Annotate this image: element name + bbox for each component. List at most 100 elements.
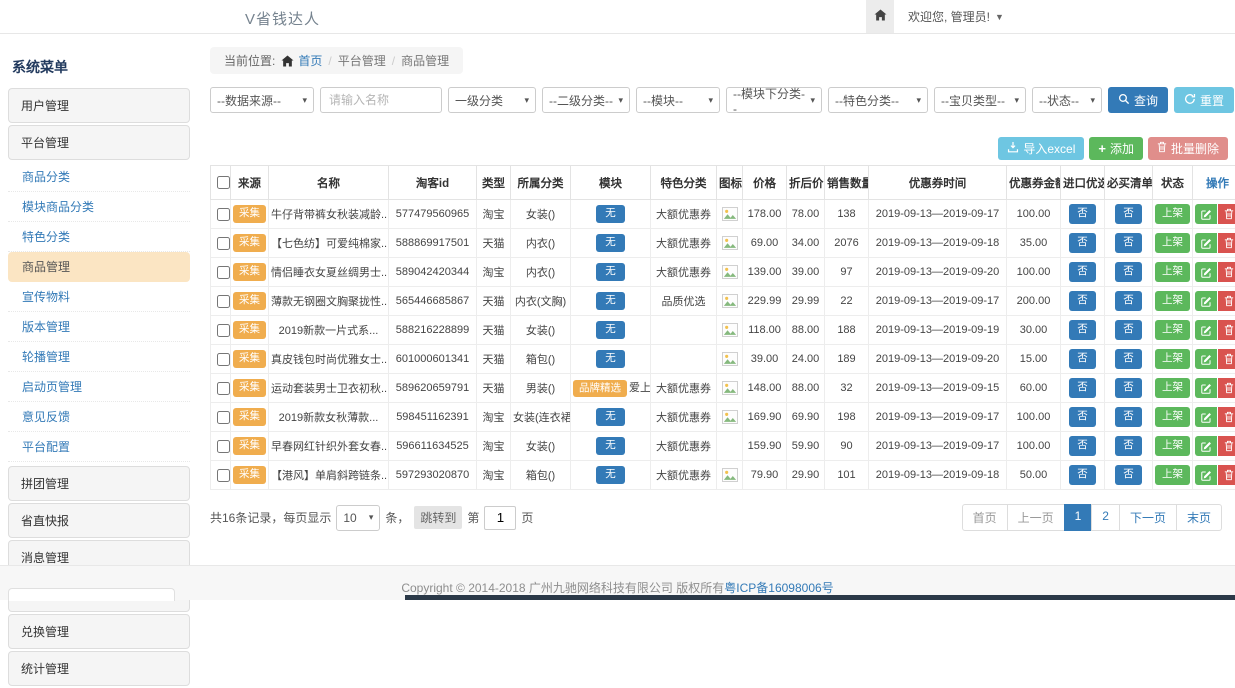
row-checkbox[interactable] <box>217 353 230 366</box>
page-size-select[interactable]: 10 ▾ <box>336 505 380 531</box>
import-select-toggle[interactable]: 否 <box>1069 349 1096 368</box>
import-select-toggle[interactable]: 否 <box>1069 465 1096 484</box>
status-button[interactable]: 上架 <box>1155 233 1190 252</box>
data-source-select[interactable]: --数据来源--▾ <box>210 87 314 113</box>
delete-button[interactable] <box>1218 320 1235 340</box>
import-select-toggle[interactable]: 否 <box>1069 262 1096 281</box>
module-subcategory-select[interactable]: --模块下分类--▾ <box>726 87 822 113</box>
item-type-select[interactable]: --宝贝类型--▾ <box>934 87 1026 113</box>
pagination-button-5[interactable]: 末页 <box>1176 504 1222 531</box>
must-buy-toggle[interactable]: 否 <box>1115 233 1142 252</box>
module-select[interactable]: --模块--▾ <box>636 87 720 113</box>
search-button[interactable]: 查询 <box>1108 87 1168 113</box>
row-checkbox[interactable] <box>217 411 230 424</box>
must-buy-toggle[interactable]: 否 <box>1115 349 1142 368</box>
category-level1-select[interactable]: 一级分类▾ <box>448 87 536 113</box>
sidebar-subitem-7[interactable]: 启动页管理 <box>8 372 190 402</box>
user-menu[interactable]: 欢迎您, 管理员! ▼ <box>908 8 1004 25</box>
icp-link[interactable]: 粤ICP备16098006号 <box>724 581 833 595</box>
sidebar-bottom-item-4[interactable]: 兑换管理 <box>8 614 190 649</box>
import-select-toggle[interactable]: 否 <box>1069 436 1096 455</box>
edit-button[interactable] <box>1195 262 1217 282</box>
row-checkbox[interactable] <box>217 324 230 337</box>
edit-button[interactable] <box>1195 436 1217 456</box>
sidebar-subitem-5[interactable]: 版本管理 <box>8 312 190 342</box>
delete-button[interactable] <box>1218 349 1235 369</box>
must-buy-toggle[interactable]: 否 <box>1115 378 1142 397</box>
must-buy-toggle[interactable]: 否 <box>1115 262 1142 281</box>
status-button[interactable]: 上架 <box>1155 378 1190 397</box>
edit-button[interactable] <box>1195 378 1217 398</box>
sidebar-subitem-3[interactable]: 商品管理 <box>8 252 190 282</box>
module-none-badge[interactable]: 无 <box>596 437 625 454</box>
pagination-button-3[interactable]: 2 <box>1091 504 1120 531</box>
import-select-toggle[interactable]: 否 <box>1069 378 1096 397</box>
status-button[interactable]: 上架 <box>1155 465 1190 484</box>
import-excel-button[interactable]: 导入excel <box>998 137 1084 160</box>
must-buy-toggle[interactable]: 否 <box>1115 320 1142 339</box>
module-none-badge[interactable]: 无 <box>596 292 625 309</box>
module-none-badge[interactable]: 无 <box>596 205 625 222</box>
row-checkbox[interactable] <box>217 295 230 308</box>
import-select-toggle[interactable]: 否 <box>1069 291 1096 310</box>
row-checkbox[interactable] <box>217 208 230 221</box>
delete-button[interactable] <box>1218 204 1235 224</box>
sidebar-subitem-4[interactable]: 宣传物料 <box>8 282 190 312</box>
sidebar-subitem-8[interactable]: 意见反馈 <box>8 402 190 432</box>
row-checkbox[interactable] <box>217 266 230 279</box>
jump-to-button[interactable]: 跳转到 <box>414 506 462 529</box>
row-checkbox[interactable] <box>217 237 230 250</box>
sidebar-bottom-item-0[interactable]: 拼团管理 <box>8 466 190 501</box>
delete-button[interactable] <box>1218 436 1235 456</box>
status-button[interactable]: 上架 <box>1155 204 1190 223</box>
import-select-toggle[interactable]: 否 <box>1069 320 1096 339</box>
module-none-badge[interactable]: 无 <box>596 234 625 251</box>
breadcrumb-home-link[interactable]: 首页 <box>281 52 322 69</box>
category-level2-select[interactable]: --二级分类--▾ <box>542 87 630 113</box>
status-button[interactable]: 上架 <box>1155 262 1190 281</box>
module-none-badge[interactable]: 无 <box>596 321 625 338</box>
row-checkbox[interactable] <box>217 469 230 482</box>
delete-button[interactable] <box>1218 407 1235 427</box>
add-button[interactable]: + 添加 <box>1089 137 1143 160</box>
status-button[interactable]: 上架 <box>1155 436 1190 455</box>
pagination-button-1[interactable]: 上一页 <box>1007 504 1065 531</box>
delete-button[interactable] <box>1218 465 1235 485</box>
status-button[interactable]: 上架 <box>1155 407 1190 426</box>
delete-button[interactable] <box>1218 378 1235 398</box>
status-button[interactable]: 上架 <box>1155 291 1190 310</box>
sidebar-subitem-0[interactable]: 商品分类 <box>8 162 190 192</box>
must-buy-toggle[interactable]: 否 <box>1115 465 1142 484</box>
jump-page-input[interactable] <box>484 506 516 530</box>
must-buy-toggle[interactable]: 否 <box>1115 407 1142 426</box>
delete-button[interactable] <box>1218 262 1235 282</box>
module-none-badge[interactable]: 无 <box>596 350 625 367</box>
sidebar-subitem-2[interactable]: 特色分类 <box>8 222 190 252</box>
module-none-badge[interactable]: 无 <box>596 408 625 425</box>
pagination-button-4[interactable]: 下一页 <box>1119 504 1177 531</box>
delete-button[interactable] <box>1218 291 1235 311</box>
select-all-checkbox[interactable] <box>217 176 230 189</box>
edit-button[interactable] <box>1195 204 1217 224</box>
edit-button[interactable] <box>1195 233 1217 253</box>
reset-button[interactable]: 重置 <box>1174 87 1234 113</box>
module-none-badge[interactable]: 无 <box>596 466 625 483</box>
status-button[interactable]: 上架 <box>1155 320 1190 339</box>
module-badge[interactable]: 品牌精选 <box>573 380 627 397</box>
must-buy-toggle[interactable]: 否 <box>1115 204 1142 223</box>
edit-button[interactable] <box>1195 291 1217 311</box>
sidebar-bottom-item-1[interactable]: 省直快报 <box>8 503 190 538</box>
module-none-badge[interactable]: 无 <box>596 263 625 280</box>
sidebar-subitem-6[interactable]: 轮播管理 <box>8 342 190 372</box>
edit-button[interactable] <box>1195 320 1217 340</box>
sidebar-subitem-1[interactable]: 模块商品分类 <box>8 192 190 222</box>
edit-button[interactable] <box>1195 407 1217 427</box>
row-checkbox[interactable] <box>217 382 230 395</box>
feature-category-select[interactable]: --特色分类--▾ <box>828 87 928 113</box>
row-checkbox[interactable] <box>217 440 230 453</box>
batch-delete-button[interactable]: 批量删除 <box>1148 137 1228 160</box>
import-select-toggle[interactable]: 否 <box>1069 204 1096 223</box>
name-search-input[interactable] <box>320 87 442 113</box>
sidebar-item-platform-management[interactable]: 平台管理 <box>8 125 190 160</box>
pagination-button-0[interactable]: 首页 <box>962 504 1008 531</box>
